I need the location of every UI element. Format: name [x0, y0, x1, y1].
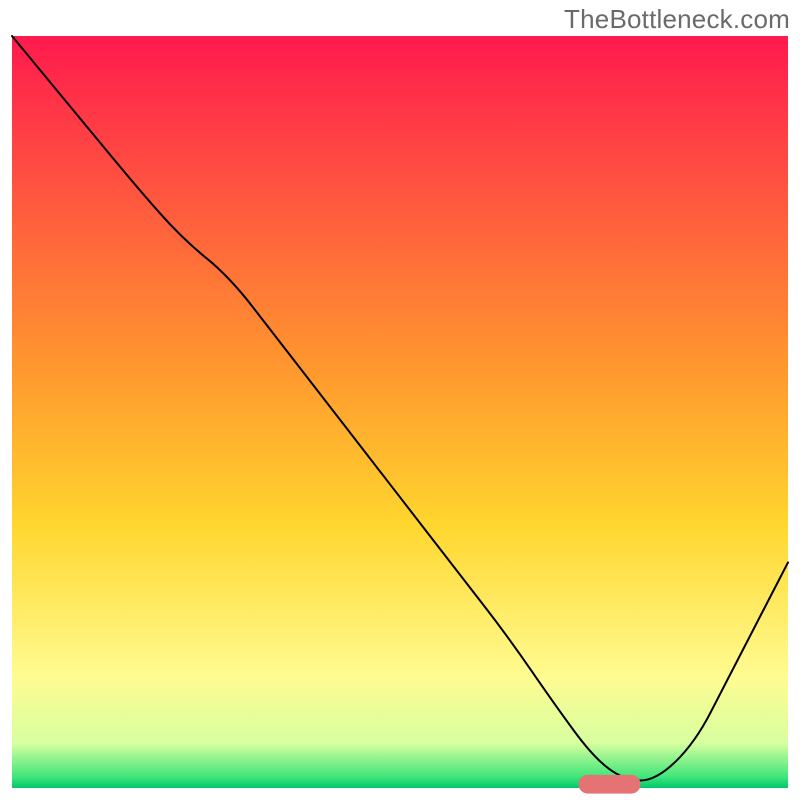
bottleneck-chart [0, 0, 800, 800]
chart-stage: TheBottleneck.com [0, 0, 800, 800]
gradient-background [12, 36, 788, 788]
optimal-range-marker [578, 775, 640, 794]
watermark-text: TheBottleneck.com [564, 4, 790, 35]
